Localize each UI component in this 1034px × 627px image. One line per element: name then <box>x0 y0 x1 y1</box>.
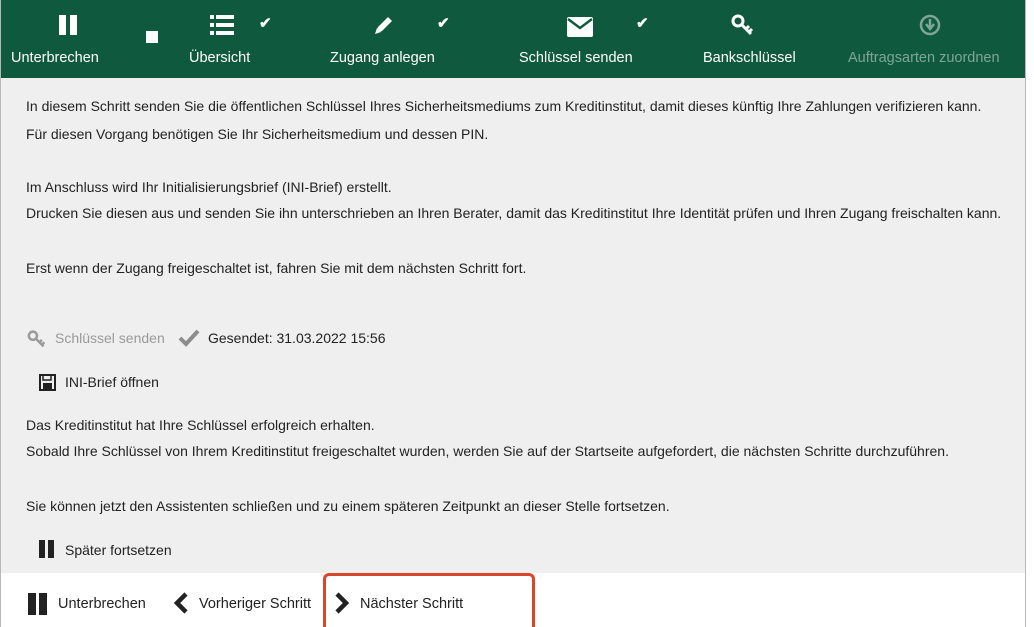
pause-icon <box>59 15 77 35</box>
check-icon <box>178 329 200 347</box>
envelope-icon <box>567 17 593 37</box>
toolbar-item-zugang-anlegen[interactable]: ✔ Zugang anlegen <box>326 0 486 78</box>
pause-button-label: Unterbrechen <box>58 596 146 612</box>
open-ini-letter-button[interactable]: INI-Brief öffnen <box>39 372 189 394</box>
send-keys-label: Schlüssel senden <box>55 330 165 346</box>
next-step-hint: Erst wenn der Zugang freigeschaltet ist,… <box>26 260 527 276</box>
pause-icon <box>39 540 54 558</box>
toolbar-label: Schlüssel senden <box>519 50 633 66</box>
continue-later-button[interactable]: Später fortsetzen <box>39 538 199 560</box>
ini-info-text: Drucken Sie diesen aus und senden Sie ih… <box>26 205 1002 221</box>
save-icon <box>39 374 56 391</box>
ini-info-text: Im Anschluss wird Ihr Initialisierungsbr… <box>26 179 392 195</box>
previous-step-label: Vorheriger Schritt <box>199 596 312 612</box>
pencil-icon <box>375 17 392 34</box>
sent-status-text: Gesendet: 31.03.2022 15:56 <box>208 330 386 346</box>
previous-step-button[interactable]: Vorheriger Schritt <box>173 591 319 614</box>
key-icon <box>27 330 46 348</box>
wizard-toolbar: Unterbrechen ✔ Übersicht ✔ Zugang anlege… <box>1 0 1025 78</box>
chevron-left-icon <box>173 592 188 614</box>
toolbar-label: Auftragsarten zuordnen <box>848 50 1000 66</box>
key-icon <box>731 14 754 36</box>
intro-text: Für diesen Vorgang benötigen Sie Ihr Sic… <box>26 126 489 142</box>
pause-icon <box>28 593 47 615</box>
check-icon: ✔ <box>437 15 450 32</box>
square-icon <box>146 31 158 43</box>
check-icon: ✔ <box>259 15 272 32</box>
close-hint-text: Sie können jetzt den Assistenten schließ… <box>26 498 670 514</box>
intro-text: In diesem Schritt senden Sie die öffentl… <box>26 98 982 114</box>
success-text: Das Kreditinstitut hat Ihre Schlüssel er… <box>26 417 375 433</box>
continue-later-label: Später fortsetzen <box>65 542 172 558</box>
toolbar-label: Übersicht <box>189 50 251 66</box>
wizard-content: In diesem Schritt senden Sie die öffentl… <box>1 78 1025 573</box>
toolbar-item-bankschluessel[interactable]: Bankschlüssel <box>691 0 811 78</box>
next-step-highlight <box>323 573 535 627</box>
list-icon <box>210 15 234 35</box>
toolbar-item-schluessel-senden[interactable]: ✔ Schlüssel senden <box>513 0 673 78</box>
check-icon: ✔ <box>636 15 649 32</box>
success-text: Sobald Ihre Schlüssel von Ihrem Kreditin… <box>26 443 949 459</box>
wizard-window: Unterbrechen ✔ Übersicht ✔ Zugang anlege… <box>0 0 1026 627</box>
toolbar-label: Zugang anlegen <box>330 50 435 66</box>
pause-button[interactable]: Unterbrechen <box>28 591 156 615</box>
open-ini-letter-label: INI-Brief öffnen <box>65 374 159 390</box>
toolbar-item-auftragsarten-zuordnen: Auftragsarten zuordnen <box>843 0 1023 78</box>
toolbar-item-uebersicht[interactable]: ✔ Übersicht <box>176 0 286 78</box>
toolbar-label: Bankschlüssel <box>703 50 796 66</box>
toolbar-item-unterbrechen[interactable]: Unterbrechen <box>1 0 151 78</box>
toolbar-label: Unterbrechen <box>11 50 99 66</box>
download-circle-icon <box>919 14 941 36</box>
